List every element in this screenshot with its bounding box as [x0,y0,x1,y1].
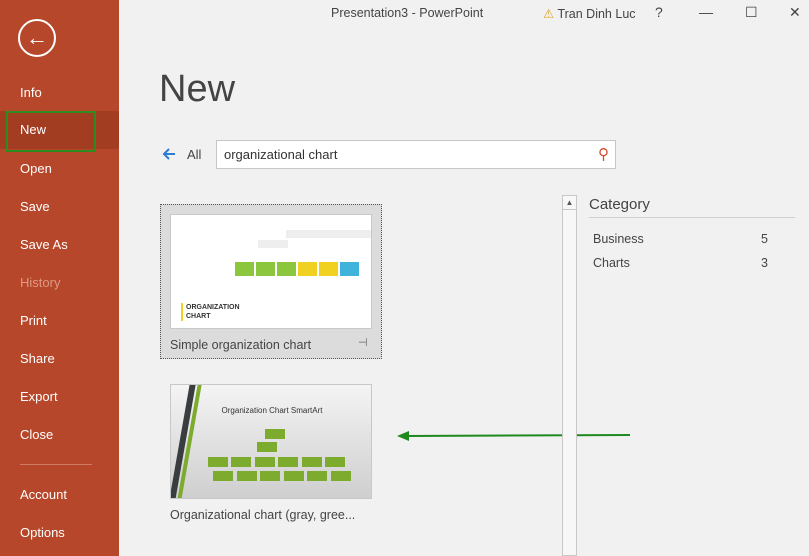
sidebar-divider [20,464,92,465]
all-label: All [187,147,202,162]
thumb-title: ORGANIZATION CHART [181,303,241,321]
category-label: Business [593,232,644,246]
help-button[interactable]: ? [655,4,663,20]
template-card-simple-org-chart[interactable]: ORGANIZATION CHART Simple organization c… [160,204,382,359]
category-item-business[interactable]: Business 5 [593,232,768,246]
maximize-button[interactable]: ☐ [745,4,758,21]
template-search-input[interactable]: organizational chart ⚲ [216,140,616,169]
minimize-button[interactable]: — [699,4,713,20]
category-count: 3 [761,256,768,270]
category-divider [589,217,795,218]
window-title: Presentation3 - PowerPoint [331,6,484,20]
warning-icon: ⚠ [543,7,555,21]
template-scrollbar[interactable]: ▲ [562,195,577,556]
pin-icon[interactable]: ⊣ [358,336,368,349]
annotation-arrow [397,431,631,441]
template-thumbnail: ORGANIZATION CHART [170,214,372,329]
backstage-sidebar: ← Info New Open Save Save As History Pri… [0,0,119,556]
all-templates-link[interactable]: All [162,145,210,165]
template-name: Organizational chart (gray, gree... [170,508,356,522]
template-name: Simple organization chart [170,338,312,352]
scroll-up-icon[interactable]: ▲ [563,196,576,210]
nav-export[interactable]: Export [0,378,119,416]
nav-info[interactable]: Info [0,74,119,112]
nav-print[interactable]: Print [0,302,119,340]
nav-account[interactable]: Account [0,476,119,514]
nav-open[interactable]: Open [0,150,119,188]
nav-new[interactable]: New [0,111,119,152]
back-arrow-icon [162,148,175,160]
nav-save[interactable]: Save [0,188,119,226]
search-value: organizational chart [224,147,338,162]
back-button[interactable]: ← [18,19,56,57]
thumb-title: Organization Chart SmartArt [221,406,323,415]
search-icon[interactable]: ⚲ [598,145,609,163]
nav-close[interactable]: Close [0,416,119,454]
category-heading: Category [589,196,650,213]
page-title: New [159,68,236,110]
close-window-button[interactable]: ✕ [789,4,801,21]
nav-history: History [20,275,61,290]
category-label: Charts [593,256,630,270]
category-count: 5 [761,232,768,246]
template-card-org-chart-gray-green[interactable]: Organization Chart SmartArt [170,384,372,499]
nav-share[interactable]: Share [0,340,119,378]
category-item-charts[interactable]: Charts 3 [593,256,768,270]
user-account[interactable]: ⚠ Tran Dinh Luc [543,6,636,21]
nav-options[interactable]: Options [0,514,119,552]
back-arrow-icon: ← [26,25,48,50]
nav-save-as[interactable]: Save As [0,226,119,264]
user-name: Tran Dinh Luc [557,7,636,21]
